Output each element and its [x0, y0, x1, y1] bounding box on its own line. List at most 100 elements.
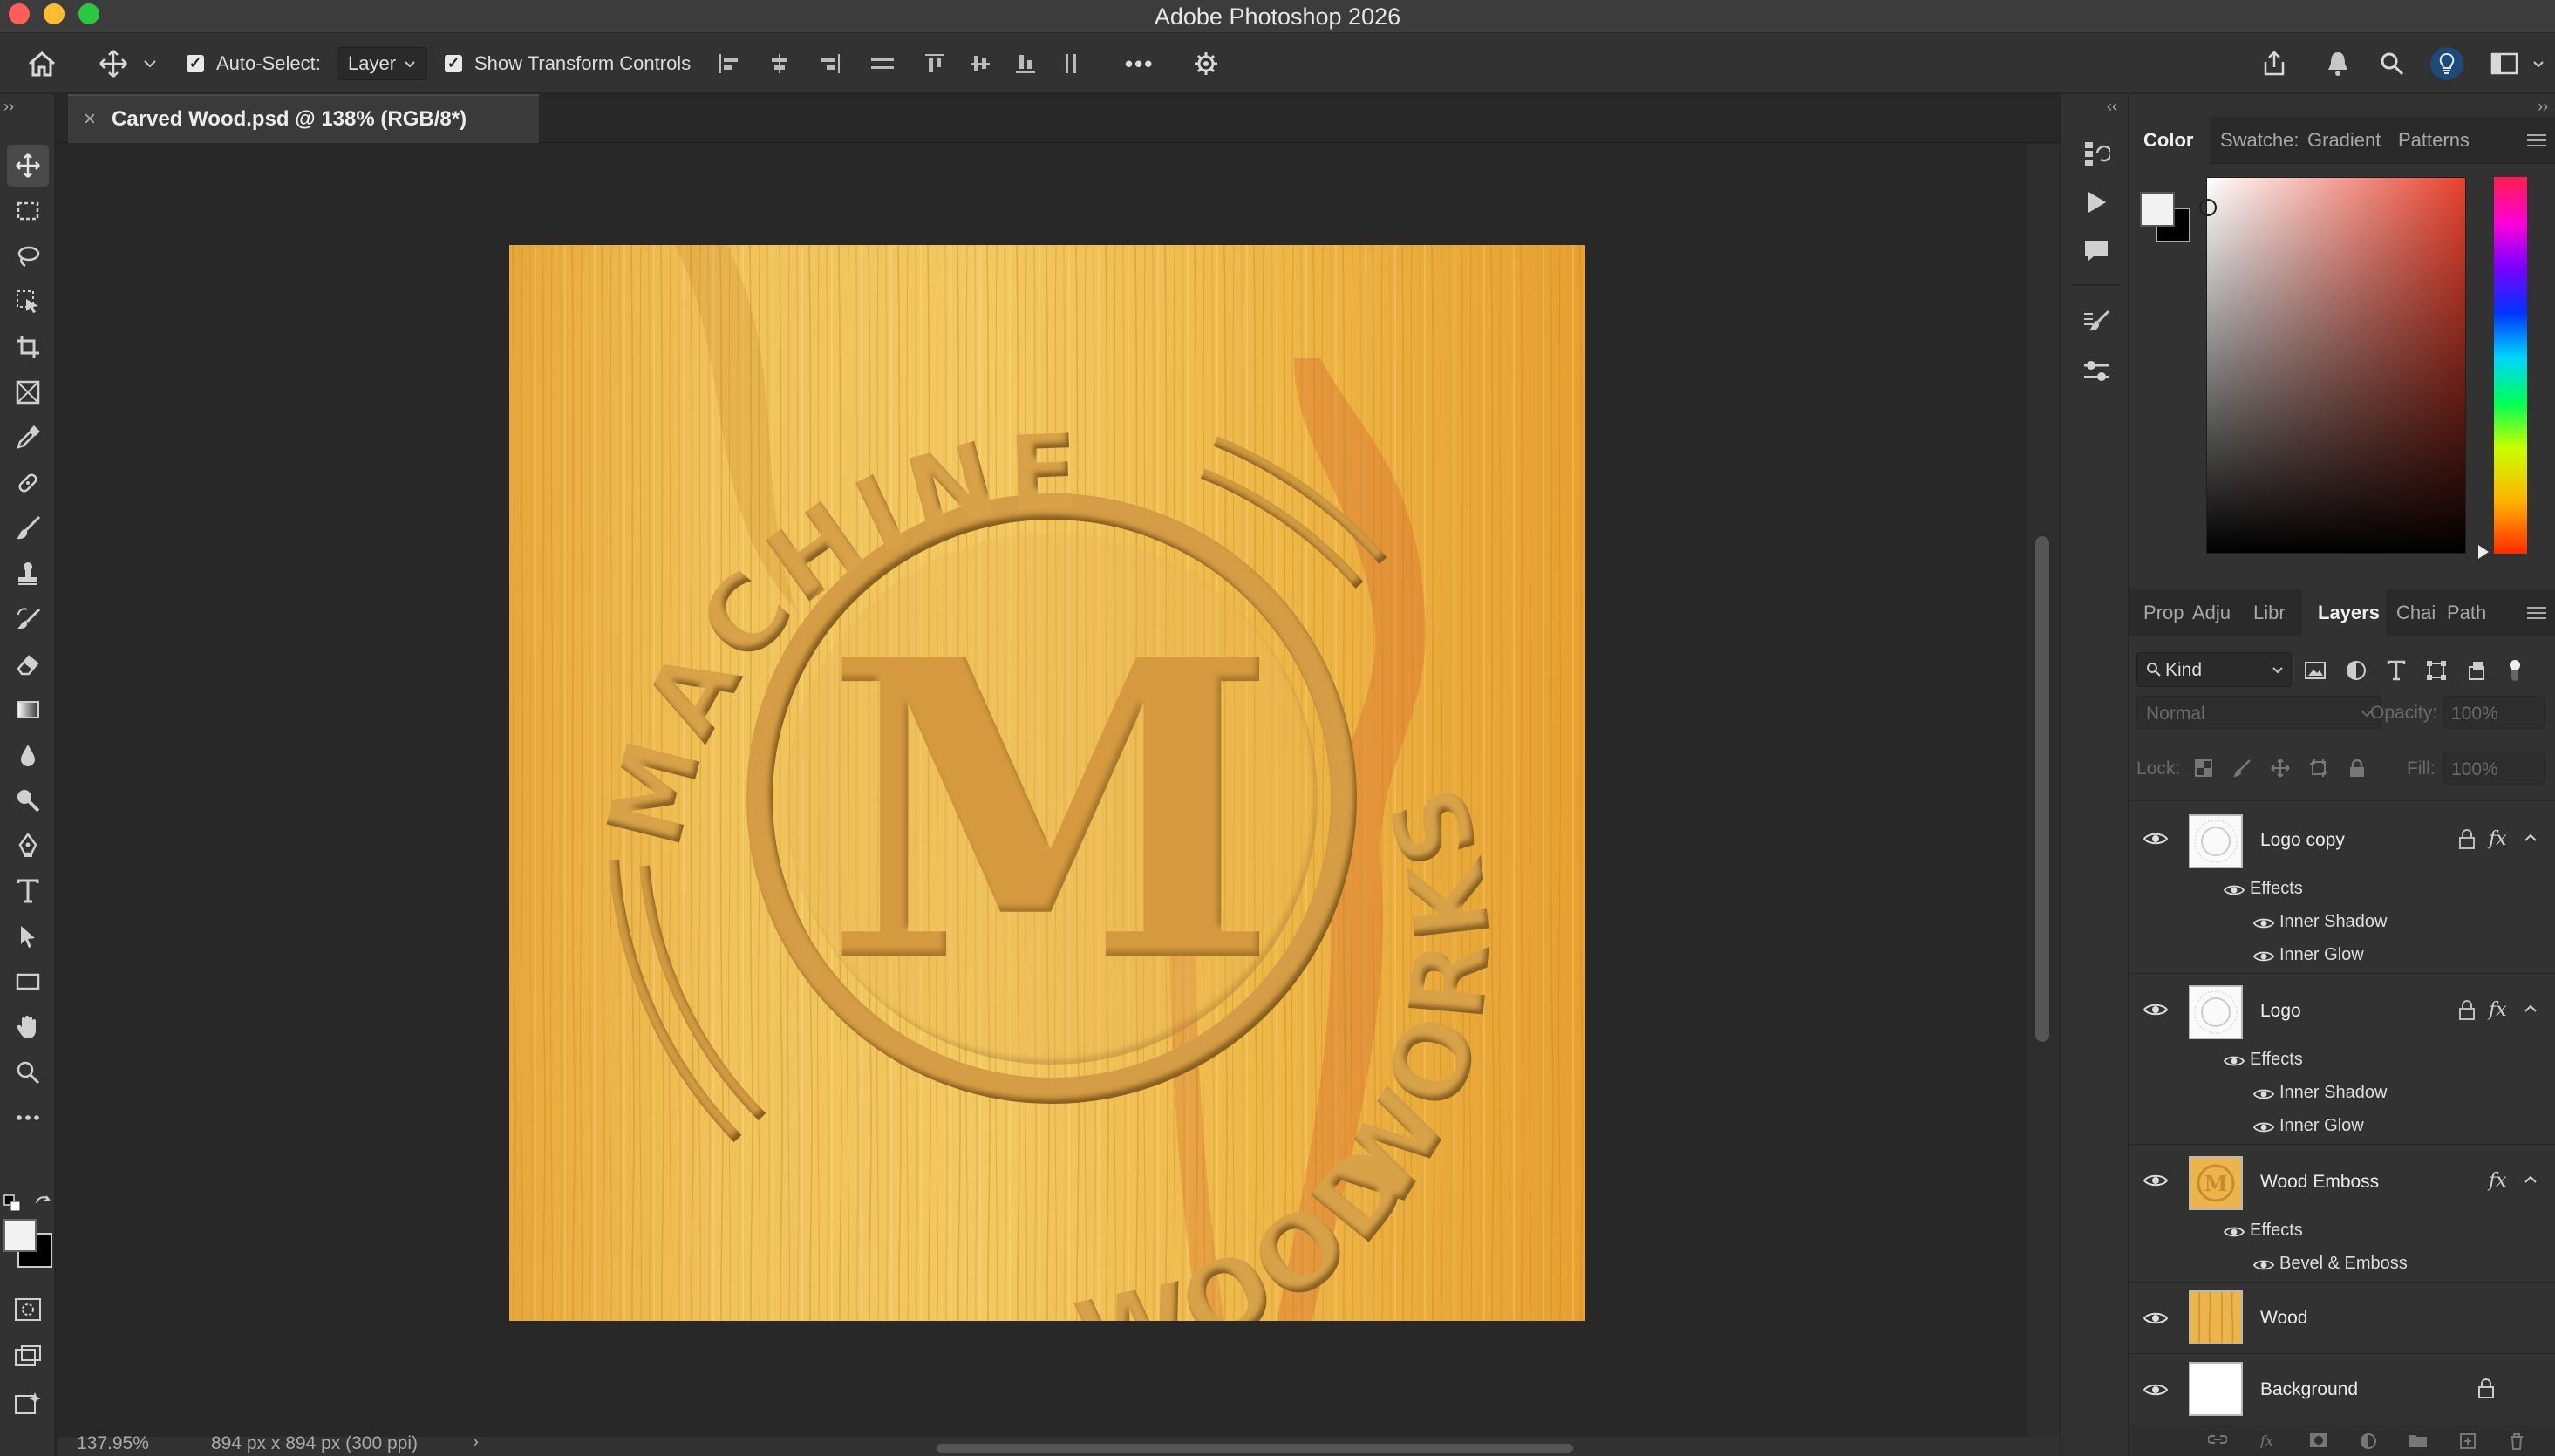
vertical-scrollbar[interactable]	[2027, 144, 2060, 1443]
show-transform-controls-checkbox[interactable]: ✓	[445, 55, 462, 72]
effect-visibility-eye-icon[interactable]	[2253, 917, 2274, 929]
layer-name[interactable]: Logo	[2260, 1001, 2301, 1022]
screen-mode-icon[interactable]	[7, 1336, 49, 1378]
effect-name[interactable]: Inner Shadow	[2279, 1083, 2387, 1103]
tab-properties[interactable]: Prop	[2143, 589, 2184, 636]
color-picker-field[interactable]	[2206, 177, 2466, 554]
lock-image-pixels-icon[interactable]	[2232, 759, 2252, 778]
tab-color[interactable]: Color	[2129, 117, 2210, 164]
color-panel-menu-icon[interactable]	[2527, 134, 2546, 146]
effect-name[interactable]: Inner Shadow	[2279, 912, 2387, 932]
layer-effects-fx-icon[interactable]: fx	[2489, 828, 2507, 850]
hue-slider-handle[interactable]	[2478, 545, 2489, 559]
hand-tool-icon[interactable]	[7, 1006, 49, 1048]
collapse-tools-icon[interactable]: ››	[3, 98, 14, 116]
add-layer-mask-icon[interactable]	[2309, 1432, 2328, 1448]
new-layer-icon[interactable]	[2459, 1432, 2477, 1450]
actions-play-icon[interactable]	[2075, 183, 2117, 221]
align-top-edges-icon[interactable]	[923, 51, 947, 76]
document-tab[interactable]: × Carved Wood.psd @ 138% (RGB/8*)	[68, 94, 539, 143]
history-panel-icon[interactable]	[2075, 134, 2117, 173]
tool-preset-chevron-down-icon[interactable]	[143, 33, 157, 94]
visibility-eye-icon[interactable]	[2143, 1311, 2168, 1325]
tab-libraries[interactable]: Libr	[2253, 589, 2293, 636]
new-adjustment-layer-icon[interactable]	[2360, 1432, 2377, 1450]
history-brush-tool-icon[interactable]	[7, 598, 49, 640]
pen-tool-icon[interactable]	[7, 825, 49, 867]
effect-name[interactable]: Inner Glow	[2279, 1116, 2364, 1136]
effect-visibility-eye-icon[interactable]	[2253, 950, 2274, 963]
generative-fill-icon[interactable]	[7, 1383, 49, 1425]
workspace-chevron-down-icon[interactable]	[2532, 33, 2545, 94]
color-panel-foreground-swatch[interactable]	[2140, 192, 2175, 227]
layer-filter-dropdown[interactable]: Kind	[2136, 652, 2292, 687]
frame-tool-icon[interactable]	[7, 371, 49, 413]
tab-layers[interactable]: Layers	[2302, 589, 2386, 636]
tab-adjustments[interactable]: Adju	[2192, 589, 2232, 636]
effect-visibility-eye-icon[interactable]	[2253, 1121, 2274, 1133]
layer-effects-fx-icon[interactable]: fx	[2489, 1170, 2507, 1192]
settings-gear-icon[interactable]	[1193, 33, 1219, 94]
notifications-bell-icon[interactable]	[2325, 33, 2351, 94]
move-tool-icon[interactable]	[98, 33, 129, 94]
type-tool-icon[interactable]	[7, 870, 49, 912]
effect-name[interactable]: Inner Glow	[2279, 945, 2364, 965]
tab-paths[interactable]: Path	[2447, 589, 2485, 636]
distribute-horizontally-icon[interactable]	[1059, 51, 1083, 76]
align-right-edges-icon[interactable]	[818, 51, 842, 76]
color-picker-cursor[interactable]	[2199, 199, 2217, 216]
zoom-level[interactable]: 137.95%	[77, 1433, 149, 1454]
document-canvas[interactable]: MACHINE WOOD WORKS M	[509, 245, 1585, 1321]
layer-row-logo-copy[interactable]: Logo copy fx Effects Inner Shadow Inner …	[2129, 802, 2555, 973]
collapse-dock-icon[interactable]: ‹‹	[2107, 98, 2117, 116]
effects-visibility-eye-icon[interactable]	[2224, 884, 2245, 896]
visibility-eye-icon[interactable]	[2143, 832, 2168, 846]
edit-toolbar-icon[interactable]	[7, 1097, 49, 1139]
filter-type-layers-icon[interactable]	[2386, 660, 2407, 681]
opacity-field[interactable]: 100%	[2443, 696, 2545, 729]
fill-field[interactable]: 100%	[2443, 752, 2545, 785]
layer-name[interactable]: Wood Emboss	[2260, 1172, 2379, 1193]
effect-name[interactable]: Bevel & Emboss	[2279, 1254, 2408, 1274]
more-options-button[interactable]: •••	[1125, 33, 1154, 94]
lock-all-icon[interactable]	[2347, 759, 2367, 778]
effect-visibility-eye-icon[interactable]	[2253, 1088, 2274, 1100]
tab-channels[interactable]: Chai	[2396, 589, 2436, 636]
tab-swatches[interactable]: Swatche:	[2220, 117, 2299, 164]
visibility-eye-icon[interactable]	[2143, 1174, 2168, 1187]
collapse-effects-chevron-up-icon[interactable]	[2524, 1175, 2538, 1184]
canvas-area[interactable]: MACHINE WOOD WORKS M	[58, 144, 2027, 1443]
align-bottom-edges-icon[interactable]	[1013, 51, 1038, 76]
distribute-vertically-icon[interactable]	[869, 51, 896, 76]
blur-tool-icon[interactable]	[7, 734, 49, 776]
filter-toggle-icon[interactable]	[2506, 659, 2524, 682]
crop-tool-icon[interactable]	[7, 326, 49, 368]
layer-row-wood-emboss[interactable]: M Wood Emboss fx Effects Bevel & Emboss	[2129, 1144, 2555, 1282]
home-icon[interactable]	[26, 33, 58, 94]
collapse-effects-chevron-up-icon[interactable]	[2524, 833, 2538, 842]
share-icon[interactable]	[2260, 33, 2288, 94]
layer-effects-fx-icon[interactable]: fx	[2489, 999, 2507, 1021]
align-vertical-centers-icon[interactable]	[968, 51, 992, 76]
visibility-eye-icon[interactable]	[2143, 1003, 2168, 1017]
lock-transparent-pixels-icon[interactable]	[2194, 759, 2213, 778]
tab-patterns[interactable]: Patterns	[2398, 117, 2478, 164]
horizontal-scroll-thumb[interactable]	[937, 1444, 1573, 1453]
filter-smart-objects-icon[interactable]	[2466, 660, 2487, 681]
zoom-tool-icon[interactable]	[7, 1051, 49, 1093]
delete-layer-trash-icon[interactable]	[2508, 1432, 2525, 1450]
layer-row-logo[interactable]: Logo fx Effects Inner Shadow Inner Glow	[2129, 973, 2555, 1144]
layer-row-background[interactable]: Background	[2129, 1353, 2555, 1425]
clone-stamp-tool-icon[interactable]	[7, 553, 49, 595]
filter-shape-layers-icon[interactable]	[2426, 660, 2447, 681]
layer-name[interactable]: Background	[2260, 1379, 2358, 1400]
eraser-tool-icon[interactable]	[7, 643, 49, 685]
rectangle-tool-icon[interactable]	[7, 961, 49, 1003]
brush-settings-icon[interactable]	[2075, 303, 2117, 342]
effect-visibility-eye-icon[interactable]	[2253, 1259, 2274, 1271]
auto-select-target-dropdown[interactable]: Layer	[337, 47, 427, 80]
vertical-scroll-thumb[interactable]	[2035, 536, 2049, 1042]
foreground-color-swatch[interactable]	[3, 1219, 37, 1252]
blend-mode-dropdown[interactable]: Normal	[2136, 696, 2381, 729]
comments-icon[interactable]	[2075, 232, 2117, 270]
